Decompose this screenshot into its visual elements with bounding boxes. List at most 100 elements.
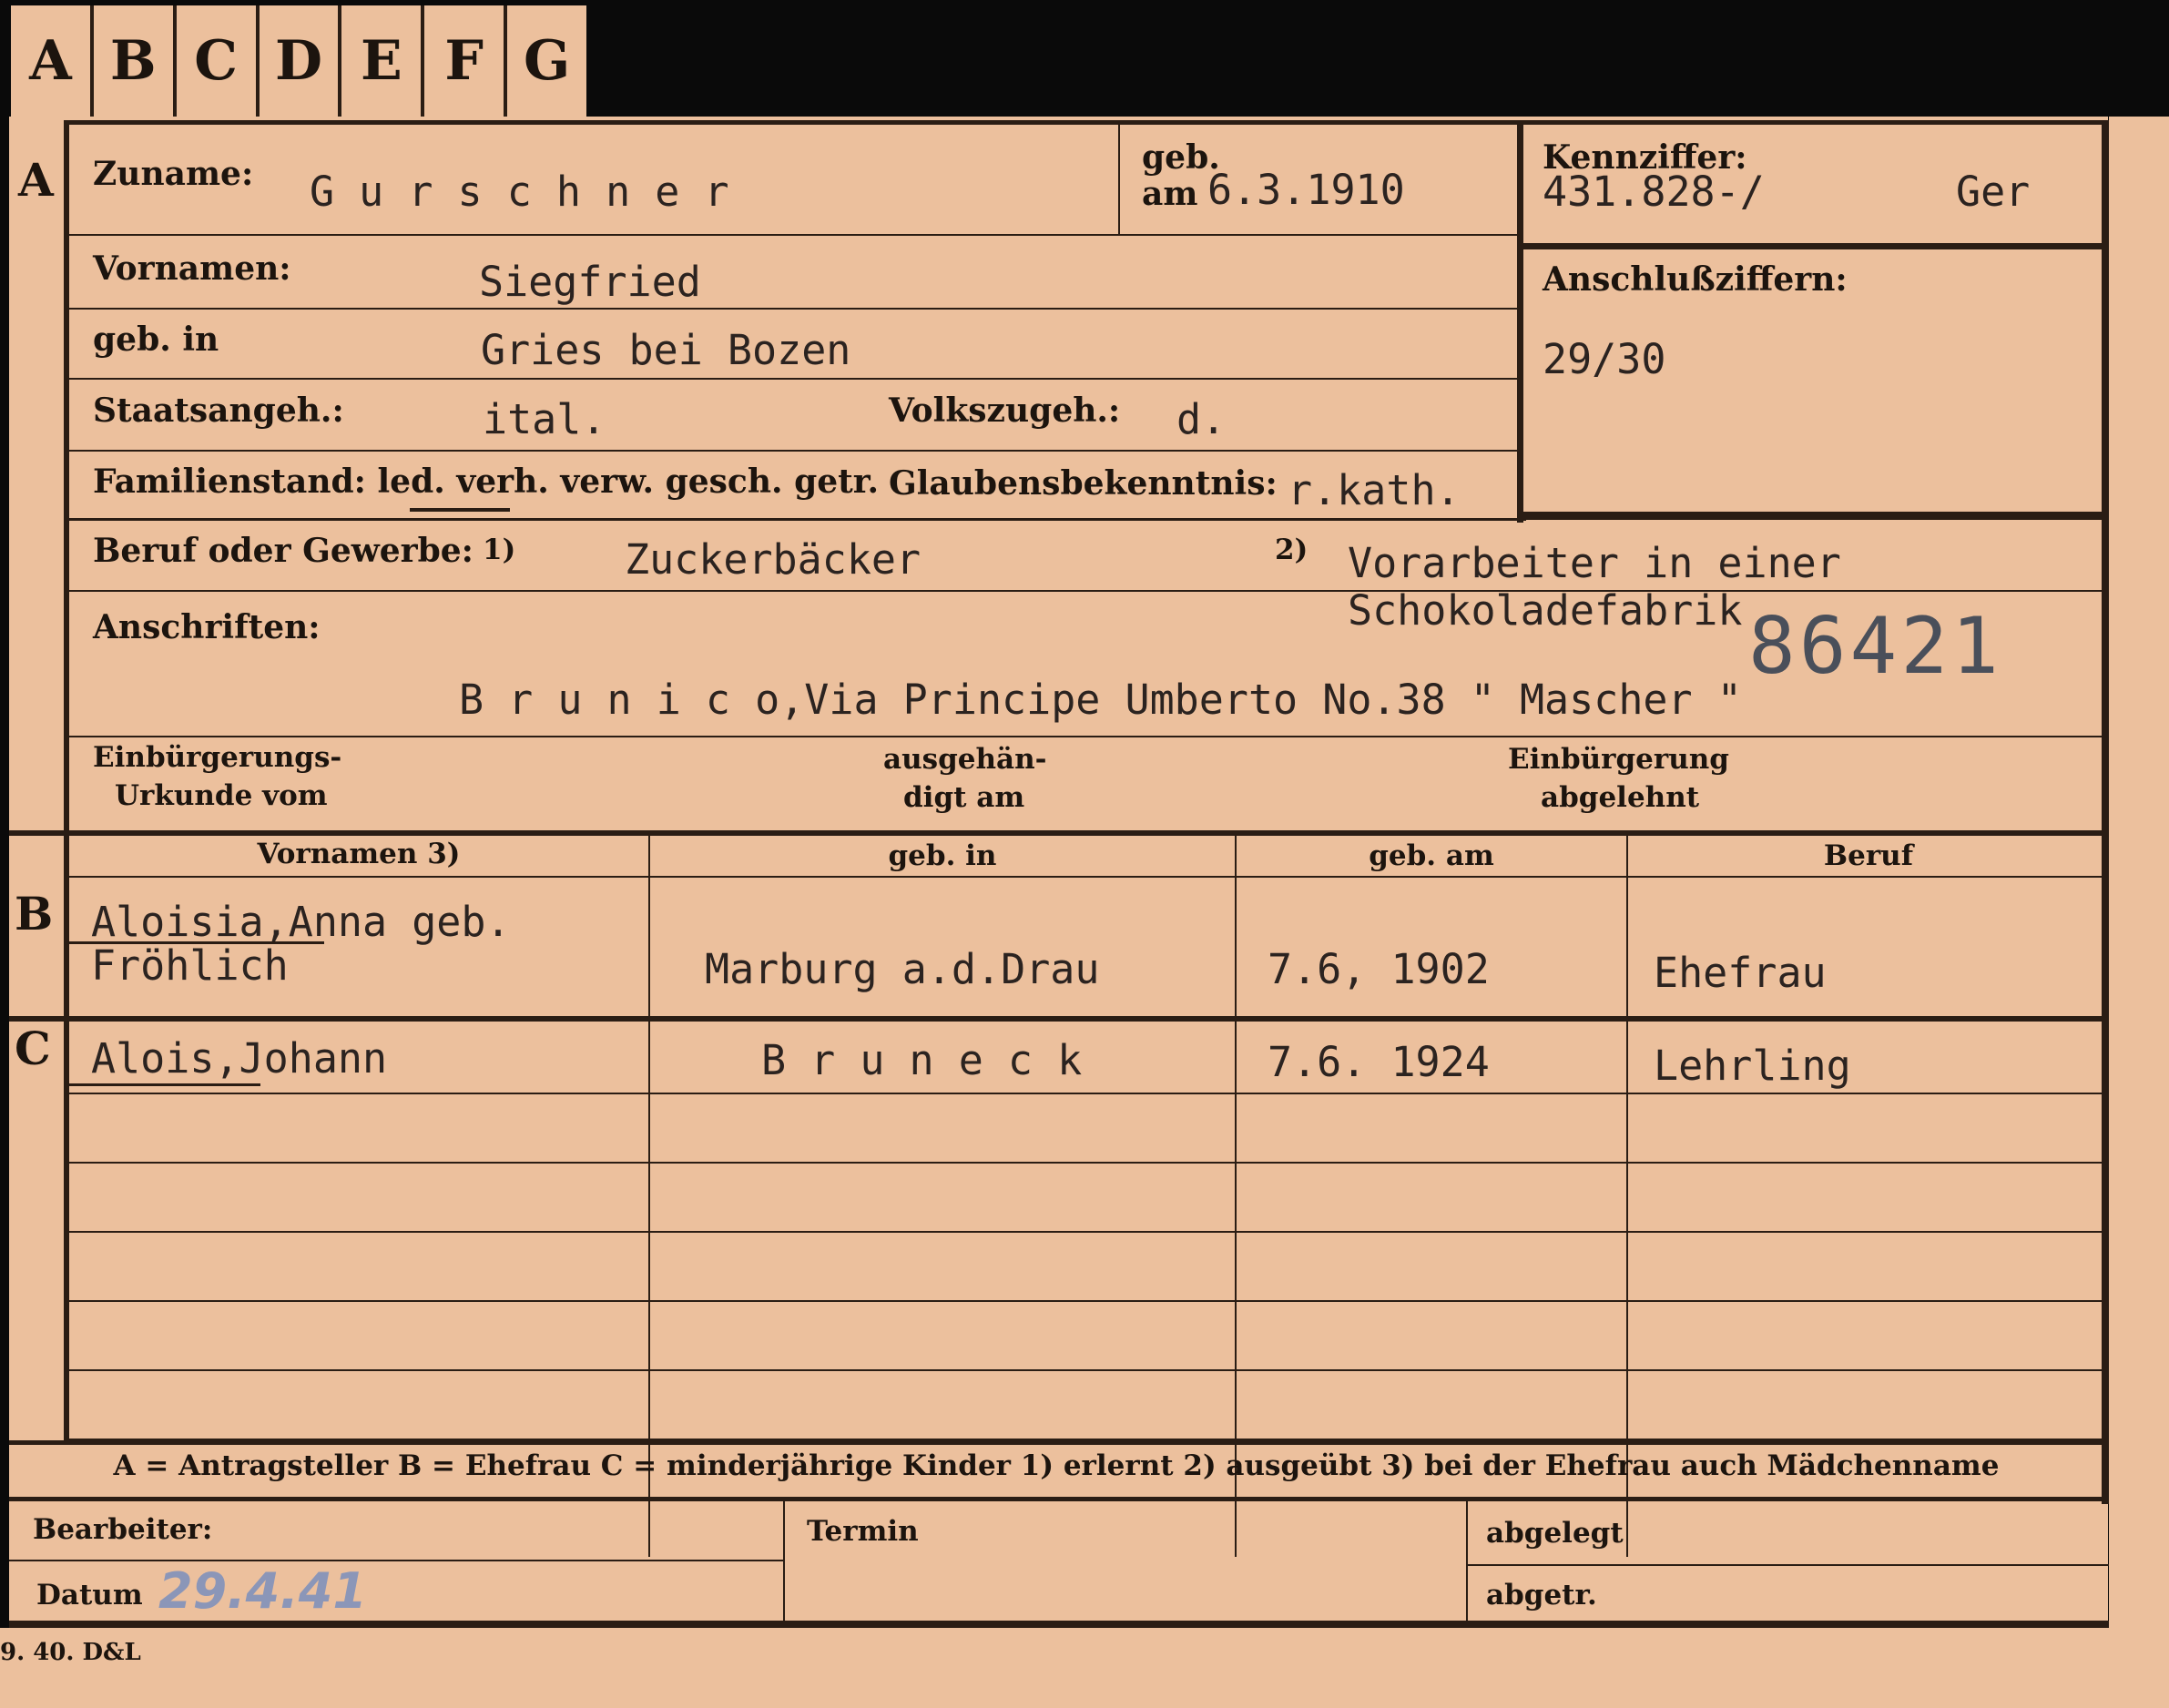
section-rule (9, 1440, 2109, 1445)
datum-handwritten-value: 29.4.41 (158, 1562, 367, 1620)
anschriften-label: Anschriften: (93, 608, 321, 646)
vornamen-value: Siegfried (479, 258, 701, 306)
section-rule (9, 1497, 2109, 1501)
geb-date-value: 6.3.1910 (1207, 166, 1405, 214)
vornamen-label: Vornamen: (93, 249, 291, 288)
anschluss-label: Anschlußziffern: (1543, 260, 1848, 299)
tab-a: A (11, 5, 94, 117)
beruf-2-line2: Schokoladefabrik (1348, 586, 1743, 635)
row-b-geb-am: 7.6, 1902 (1268, 945, 1490, 993)
row-line (69, 234, 1517, 236)
termin-label: Termin (807, 1515, 919, 1548)
col-line (1118, 120, 1120, 234)
tab-d: D (260, 5, 342, 117)
row-line (69, 518, 1526, 521)
kennziffer-box-left (1517, 120, 1523, 523)
bearbeiter-label: Bearbeiter: (33, 1513, 213, 1546)
beruf-label: Beruf oder Gewerbe: (93, 532, 474, 570)
row-line (69, 590, 2109, 592)
print-code: 9. 40. D&L (0, 1639, 141, 1666)
tab-b: B (94, 5, 177, 117)
right-rule (2102, 120, 2109, 1504)
abgelegt-label: abgelegt (1486, 1517, 1624, 1550)
header-geb-am: geb. am (1369, 839, 1494, 872)
col-line (1626, 830, 1628, 1557)
header-geb-in: geb. in (888, 839, 997, 872)
bottom-rule (9, 1621, 2109, 1628)
section-rule (9, 1016, 2109, 1022)
staats-value: ital. (483, 395, 606, 443)
row-line (69, 450, 1517, 452)
header-beruf: Beruf (1823, 839, 1914, 872)
row-c-beruf: Lehrling (1654, 1042, 1851, 1090)
anschrift-value: B r u n i c o,Via Principe Umberto No.38… (459, 676, 1742, 724)
beruf-note-2: 2) (1275, 534, 1309, 566)
row-line (64, 876, 2109, 878)
index-card: A Zuname: G u r s c h n e r geb. am 6.3.… (9, 117, 2109, 1628)
tab-e: E (341, 5, 425, 117)
verh-underline (410, 508, 510, 512)
geb-in-value: Gries bei Bozen (481, 326, 851, 374)
row-line (69, 736, 2109, 737)
row-c-geb-in: B r u n e c k (761, 1036, 1083, 1084)
tab-c: C (177, 5, 260, 117)
kennziffer-value: 431.828-/ (1543, 168, 1765, 216)
am-label: am (1142, 175, 1198, 213)
einbuergerung-abgelehnt-line2: abgelehnt (1541, 781, 1700, 814)
legend: A = Antragsteller B = Ehefrau C = minder… (113, 1449, 2000, 1482)
ausgehaendigt-line2: digt am (903, 781, 1025, 814)
row-line (64, 1162, 2109, 1164)
row-b-vornamen-line2: Fröhlich (91, 941, 289, 990)
header-vornamen: Vornamen 3) (257, 838, 461, 870)
glauben-value: r.kath. (1288, 466, 1461, 514)
geb-in-label: geb. in (93, 320, 219, 359)
col-line (783, 1501, 785, 1624)
section-b-marker: B (15, 887, 54, 940)
anschluss-value: 29/30 (1543, 335, 1666, 383)
row-line (1466, 1564, 2109, 1566)
ausgehaendigt-line1: ausgehän- (883, 743, 1047, 776)
col-line (648, 830, 650, 1557)
row-c-vornamen: Alois,Johann (91, 1034, 388, 1083)
zuname-value: G u r s c h n e r (310, 168, 729, 216)
row-line (64, 1093, 2109, 1094)
datum-label: Datum (36, 1579, 143, 1611)
card-bottom-strip (0, 1628, 2169, 1708)
einbuergerung-abgelehnt-line1: Einbürgerung (1508, 743, 1729, 776)
volks-value: d. (1176, 395, 1227, 443)
row-b-underline (69, 941, 324, 944)
row-line (64, 1231, 2109, 1233)
row-b-vornamen-line1: Aloisia,Anna geb. (91, 898, 511, 946)
row-c-underline (69, 1083, 260, 1086)
beruf-note-1: 1) (483, 534, 516, 566)
beruf-2-line1: Vorarbeiter in einer (1348, 539, 1841, 587)
top-rule (64, 120, 2109, 125)
kennziffer-box-bottom (1517, 512, 2109, 520)
familienstand-label: Familienstand: led. verh. verw. gesch. g… (93, 463, 879, 501)
einbuergerung-urkunde-line2: Urkunde vom (115, 779, 328, 812)
glauben-label: Glaubensbekenntnis: (889, 464, 1278, 503)
row-line (64, 1300, 2109, 1302)
stamp-number: 86421 (1748, 601, 2002, 692)
left-rule (64, 120, 69, 1440)
section-a-marker: A (18, 153, 54, 207)
kennziffer-suffix: Ger (1956, 168, 2031, 216)
row-line (69, 378, 1517, 380)
index-tabs: A B C D E F G (11, 5, 586, 117)
volks-label: Volkszugeh.: (889, 391, 1121, 430)
row-line (64, 1369, 2109, 1371)
row-b-geb-in: Marburg a.d.Drau (705, 945, 1100, 993)
tab-f: F (424, 5, 508, 117)
section-rule (9, 830, 2109, 836)
row-c-geb-am: 7.6. 1924 (1268, 1038, 1490, 1086)
card-right-strip (2109, 117, 2169, 1628)
section-c-marker: C (15, 1022, 51, 1075)
col-line (1235, 830, 1237, 1557)
zuname-label: Zuname: (93, 155, 254, 193)
row-b-beruf: Ehefrau (1654, 949, 1827, 997)
abgetr-label: abgetr. (1486, 1579, 1597, 1611)
row-line (69, 308, 1517, 310)
tab-g: G (523, 29, 571, 93)
row-line (9, 1560, 783, 1561)
kennziffer-box-divider (1517, 243, 2109, 249)
